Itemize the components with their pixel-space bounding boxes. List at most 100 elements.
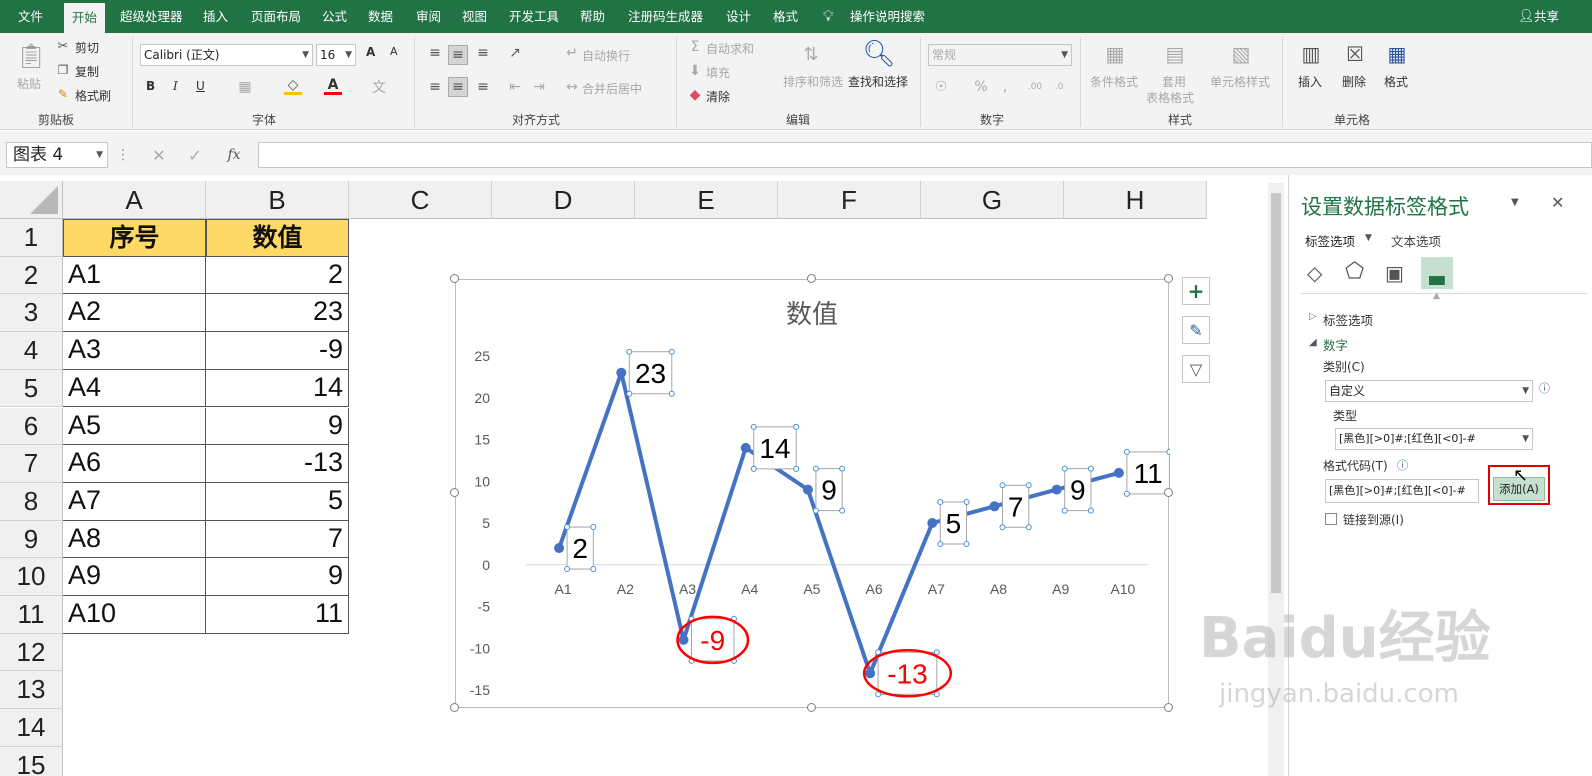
data-point[interactable] — [678, 634, 689, 645]
italic-button[interactable]: I — [173, 79, 178, 93]
row-header-7[interactable]: 7 — [0, 445, 63, 483]
table-cell-value[interactable]: -13 — [206, 445, 349, 483]
tab-formulas[interactable]: 公式 — [322, 0, 347, 33]
autosum-button[interactable]: 自动求和 — [706, 40, 754, 57]
format-painter-button[interactable]: 格式刷 — [75, 87, 111, 104]
chart-series[interactable] — [554, 367, 1124, 679]
tab-data[interactable]: 数据 — [368, 0, 393, 33]
data-label-handle[interactable] — [750, 423, 757, 430]
pane-options-chevron-icon[interactable]: ▼ — [1511, 197, 1519, 208]
share-button[interactable]: 共享 — [1534, 0, 1559, 33]
table-cell-value[interactable]: 5 — [206, 482, 349, 521]
data-label-handle[interactable] — [793, 423, 800, 430]
align-right-icon[interactable]: ≡ — [474, 79, 492, 95]
table-cell-value[interactable]: 23 — [206, 294, 349, 333]
data-point[interactable] — [927, 518, 938, 528]
row-header-2[interactable]: 2 — [0, 256, 63, 295]
sort-filter-button[interactable]: 排序和筛选 — [783, 73, 843, 90]
paste-button[interactable]: 粘贴 — [17, 75, 41, 92]
row-header-5[interactable]: 5 — [0, 369, 63, 408]
header-cell-index[interactable]: 序号 — [63, 219, 206, 257]
data-label-handle[interactable] — [626, 348, 633, 355]
increase-decimal-icon[interactable]: .00 — [1026, 79, 1044, 95]
data-label[interactable]: 5 — [937, 499, 970, 547]
line-chart[interactable]: 数值 25 20 15 10 5 0 -5 -10 -15 A1 A2 A3 A4 A5 A6 A7 A8 A9 A… — [455, 279, 1173, 708]
data-point[interactable] — [989, 501, 1000, 512]
table-cell-value[interactable]: 7 — [206, 520, 349, 559]
data-point[interactable] — [865, 668, 876, 679]
data-label-handle[interactable] — [875, 649, 882, 656]
column-header-e[interactable]: E — [635, 181, 778, 219]
name-box[interactable]: 图表 4 ▼ — [6, 142, 108, 168]
scroll-thumb[interactable] — [1271, 193, 1281, 593]
data-point[interactable] — [554, 543, 565, 554]
data-point[interactable] — [616, 367, 627, 378]
fill-line-icon[interactable]: ◇ — [1307, 261, 1322, 285]
table-cell-label[interactable]: A8 — [63, 520, 206, 559]
chart-styles-brush-icon[interactable]: ✎ — [1182, 316, 1210, 344]
table-cell-value[interactable]: 2 — [206, 256, 349, 295]
data-point[interactable] — [1113, 467, 1124, 478]
row-header-10[interactable]: 10 — [0, 558, 63, 596]
data-point[interactable] — [1051, 484, 1062, 495]
align-top-icon[interactable]: ≡ — [426, 45, 444, 61]
data-label-handle[interactable] — [839, 507, 846, 514]
insert-function-icon[interactable]: fx — [224, 145, 244, 165]
data-label-handle[interactable] — [564, 566, 571, 573]
data-label[interactable]: 14 — [750, 423, 800, 472]
table-cell-label[interactable]: A6 — [63, 445, 206, 483]
orientation-icon[interactable]: ↗ — [506, 45, 524, 61]
number-format-select[interactable]: 常规 ▼ — [928, 44, 1072, 66]
column-header-a[interactable]: A — [63, 181, 206, 219]
phonetic-icon[interactable]: 文 — [370, 79, 388, 96]
copy-button[interactable]: 复制 — [75, 63, 99, 80]
table-cell-value[interactable]: 9 — [206, 407, 349, 446]
resize-handle[interactable] — [807, 274, 816, 283]
data-label-handle[interactable] — [668, 348, 675, 355]
row-header-12[interactable]: 12 — [0, 633, 63, 672]
data-label[interactable]: 2 — [564, 524, 597, 573]
table-cell-label[interactable]: A9 — [63, 558, 206, 596]
tab-home[interactable]: 开始 — [64, 0, 106, 33]
paste-icon[interactable]: 📋︎ — [14, 39, 48, 73]
menu-file[interactable]: 文件 — [18, 0, 43, 33]
percent-icon[interactable]: % — [972, 79, 990, 95]
data-label-handle[interactable] — [1025, 524, 1032, 531]
table-cell-label[interactable]: A5 — [63, 407, 206, 446]
data-label[interactable]: 9 — [812, 465, 846, 514]
data-point[interactable] — [802, 484, 813, 495]
data-label-handle[interactable] — [750, 465, 757, 472]
data-label[interactable]: 23 — [626, 348, 675, 397]
row-header-4[interactable]: 4 — [0, 332, 63, 370]
row-header-6[interactable]: 6 — [0, 407, 63, 446]
border-icon[interactable]: ▦ — [236, 79, 254, 95]
data-label-handle[interactable] — [999, 524, 1006, 531]
chart-filter-icon[interactable]: ▽ — [1182, 355, 1210, 383]
table-cell-label[interactable]: A4 — [63, 369, 206, 408]
data-label-handle[interactable] — [963, 541, 970, 547]
delete-cells-button[interactable]: 删除 — [1342, 73, 1366, 90]
align-middle-icon[interactable]: ≡ — [448, 45, 468, 65]
data-label-handle[interactable] — [1061, 507, 1068, 514]
font-size-select[interactable]: 16 ▼ — [316, 44, 356, 66]
data-label-handle[interactable] — [812, 507, 819, 514]
close-icon[interactable]: ✕ — [1551, 193, 1564, 212]
merge-center-button[interactable]: 合并后居中 — [582, 80, 642, 97]
series-line[interactable] — [557, 370, 1120, 676]
tab-developer[interactable]: 开发工具 — [509, 0, 559, 33]
data-label-handle[interactable] — [626, 390, 633, 397]
data-label-handle[interactable] — [590, 524, 597, 531]
tab-page-layout[interactable]: 页面布局 — [251, 0, 301, 33]
table-cell-label[interactable]: A7 — [63, 482, 206, 521]
label-options-chart-icon[interactable]: ▃ — [1421, 257, 1453, 289]
table-cell-label[interactable]: A1 — [63, 256, 206, 295]
data-label-handle[interactable] — [1123, 448, 1130, 455]
wrap-text-button[interactable]: 自动换行 — [582, 47, 630, 64]
data-label[interactable]: 9 — [1061, 465, 1094, 514]
decrease-decimal-icon[interactable]: .0 — [1050, 79, 1068, 95]
data-label-handle[interactable] — [1061, 465, 1068, 472]
data-label-handle[interactable] — [933, 649, 940, 656]
column-header-g[interactable]: G — [921, 181, 1064, 219]
bold-button[interactable]: B — [146, 79, 155, 93]
data-label-handle[interactable] — [590, 566, 597, 573]
